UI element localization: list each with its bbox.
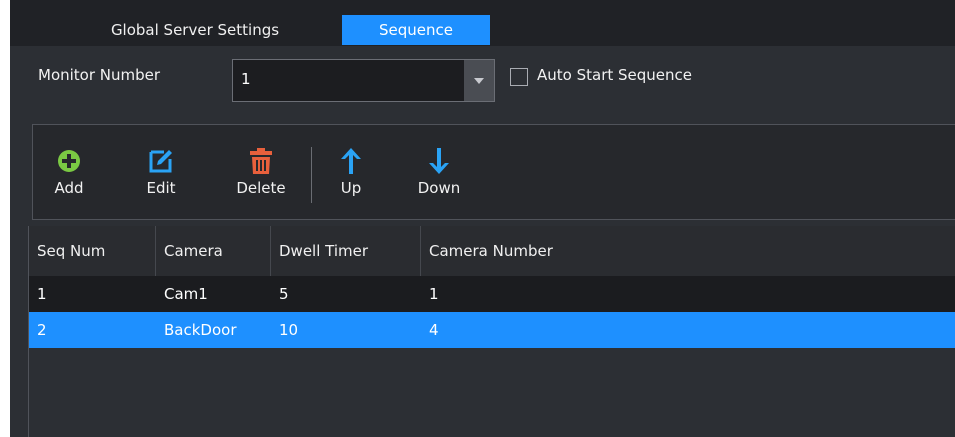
toolbar-separator	[311, 147, 312, 203]
sequence-toolbar: Add Edit Delete Up Down	[32, 124, 955, 220]
edit-icon	[149, 150, 172, 173]
cell-seq-num: 2	[37, 321, 47, 339]
cell-camera: Cam1	[164, 285, 208, 303]
trash-icon	[250, 148, 272, 174]
column-header-camera[interactable]: Camera	[156, 226, 271, 276]
add-label: Add	[54, 179, 84, 197]
sequence-panel: Global Server Settings Sequence Monitor …	[10, 0, 955, 437]
edit-label: Edit	[146, 179, 176, 197]
cell-dwell-timer: 10	[279, 321, 299, 339]
monitor-number-value: 1	[241, 70, 251, 88]
cell-camera-number: 4	[429, 321, 439, 339]
column-header-dwell-timer[interactable]: Dwell Timer	[271, 226, 421, 276]
tab-sequence[interactable]: Sequence	[342, 15, 490, 45]
move-up-button[interactable]: Up	[331, 145, 371, 197]
cell-dwell-timer: 5	[279, 285, 289, 303]
move-down-button[interactable]: Down	[411, 145, 467, 197]
cell-camera: BackDoor	[164, 321, 237, 339]
delete-label: Delete	[236, 179, 286, 197]
edit-button[interactable]: Edit	[141, 145, 181, 197]
dropdown-arrow-button[interactable]	[464, 60, 494, 101]
column-header-seq-num[interactable]: Seq Num	[29, 226, 156, 276]
arrow-down-icon	[429, 148, 449, 174]
column-header-camera-number[interactable]: Camera Number	[421, 226, 955, 276]
cell-camera-number: 1	[429, 285, 439, 303]
auto-start-sequence-label[interactable]: Auto Start Sequence	[537, 66, 692, 84]
up-label: Up	[340, 179, 362, 197]
add-circle-icon	[58, 150, 80, 172]
sequence-table: Seq Num Camera Dwell Timer Camera Number…	[28, 226, 955, 437]
tab-global-server-settings[interactable]: Global Server Settings	[34, 15, 356, 45]
arrow-up-icon	[341, 148, 361, 174]
add-button[interactable]: Add	[49, 145, 89, 197]
cell-seq-num: 1	[37, 285, 47, 303]
table-row[interactable]: 1 Cam1 5 1	[29, 276, 955, 312]
table-row-selected[interactable]: 2 BackDoor 10 4	[29, 312, 955, 348]
monitor-number-dropdown[interactable]: 1	[232, 59, 495, 102]
monitor-number-label: Monitor Number	[38, 66, 161, 84]
chevron-down-icon	[474, 77, 484, 84]
down-label: Down	[417, 179, 461, 197]
delete-button[interactable]: Delete	[229, 145, 293, 197]
auto-start-sequence-checkbox[interactable]	[510, 68, 528, 86]
table-header: Seq Num Camera Dwell Timer Camera Number	[29, 226, 955, 276]
tab-strip: Global Server Settings Sequence	[10, 0, 955, 46]
